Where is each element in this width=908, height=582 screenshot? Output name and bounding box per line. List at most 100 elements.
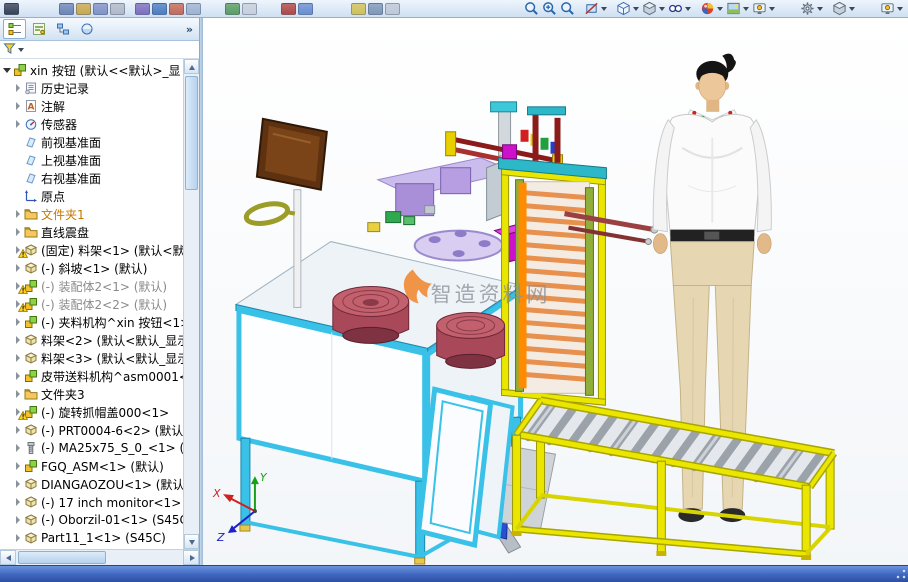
toolbar-icon-11[interactable]	[242, 3, 257, 15]
tree-vertical-scrollbar[interactable]	[183, 59, 199, 549]
tree-item[interactable]: 上视基准面	[0, 151, 183, 169]
edit-appearance-icon[interactable]	[700, 0, 723, 16]
toolbar-tools-icon[interactable]	[800, 0, 823, 16]
expand-arrow-icon[interactable]	[13, 205, 24, 223]
property-manager-tab[interactable]	[27, 19, 50, 39]
toolbar-icon-15[interactable]	[368, 3, 383, 15]
toolbar-display-icon[interactable]	[832, 0, 855, 16]
dropdown-caret-icon[interactable]	[633, 7, 639, 11]
tree-item[interactable]: (-) PRT0004-6<2> (默认	[0, 421, 183, 439]
zoom-to-fit-icon[interactable]	[524, 0, 539, 16]
toolbar-icon-14[interactable]	[351, 3, 366, 15]
expand-arrow-icon[interactable]	[13, 457, 24, 475]
tree-item[interactable]: 原点	[0, 187, 183, 205]
section-view-icon[interactable]	[584, 0, 607, 16]
toolbar-icon-8[interactable]	[169, 3, 184, 15]
toolbar-icon-2[interactable]	[59, 3, 74, 15]
expand-arrow-icon[interactable]	[13, 421, 24, 439]
panel-horizontal-scrollbar[interactable]	[0, 549, 199, 565]
expand-arrow-icon[interactable]	[2, 61, 13, 79]
dropdown-caret-icon[interactable]	[897, 7, 903, 11]
toolbar-icon-4[interactable]	[93, 3, 108, 15]
scroll-track[interactable]	[184, 74, 199, 534]
tree-item[interactable]: 料架<3> (默认<默认_显示	[0, 349, 183, 367]
expand-arrow-icon[interactable]	[13, 529, 24, 547]
tree-item[interactable]: (-) MA25x75_S_0_<1> (	[0, 439, 183, 457]
toolbar-icon-9[interactable]	[186, 3, 201, 15]
expand-arrow-icon[interactable]	[13, 367, 24, 385]
tree-item[interactable]: (-) 夹料机构^xin 按钮<1>	[0, 313, 183, 331]
expand-arrow-icon[interactable]	[13, 349, 24, 367]
toolbar-icon-6[interactable]	[135, 3, 150, 15]
graphics-area[interactable]: 智造资料网 X Y Z	[203, 18, 908, 565]
toolbar-screen-icon[interactable]	[880, 0, 903, 16]
dropdown-caret-icon[interactable]	[717, 7, 723, 11]
assembly-3d-view[interactable]: 智造资料网 X Y Z	[203, 18, 908, 565]
tree-item[interactable]: (固定) 料架<1> (默认<默	[0, 241, 183, 259]
tree-item[interactable]: 右视基准面	[0, 169, 183, 187]
tree-item[interactable]: (-) 斜坡<1> (默认)	[0, 259, 183, 277]
h-scroll-thumb[interactable]	[18, 551, 106, 564]
h-scroll-track[interactable]	[16, 550, 183, 565]
expand-arrow-icon[interactable]	[13, 475, 24, 493]
tree-item[interactable]: FGQ_ASM<1> (默认)	[0, 457, 183, 475]
tree-item[interactable]: 传感器	[0, 115, 183, 133]
tree-item[interactable]: 前视基准面	[0, 133, 183, 151]
apply-scene-icon[interactable]	[726, 0, 749, 16]
expand-arrow-icon[interactable]	[13, 511, 24, 529]
scroll-thumb[interactable]	[185, 76, 198, 190]
hide-show-items-icon[interactable]	[668, 0, 691, 16]
expand-arrow-icon[interactable]	[13, 313, 24, 331]
dropdown-caret-icon[interactable]	[849, 7, 855, 11]
tree-item[interactable]: 文件夹1	[0, 205, 183, 223]
filter-dropdown-icon[interactable]	[18, 48, 24, 52]
toolbar-icon-13[interactable]	[298, 3, 313, 15]
toolbar-icon-5[interactable]	[110, 3, 125, 15]
view-orientation-icon[interactable]	[616, 0, 639, 16]
dropdown-caret-icon[interactable]	[743, 7, 749, 11]
tree-item[interactable]: DIANGAOZOU<1> (默认)	[0, 475, 183, 493]
tree-item[interactable]: (-) 17 inch monitor<1> (默	[0, 493, 183, 511]
tree-item[interactable]: A注解	[0, 97, 183, 115]
tree-item[interactable]: 皮带送料机构^asm0001<	[0, 367, 183, 385]
scroll-right-button[interactable]	[183, 550, 199, 565]
tree-item[interactable]: Part11_1<1> (S45C)	[0, 529, 183, 547]
filter-funnel-icon[interactable]	[3, 42, 16, 58]
resize-grip[interactable]	[896, 569, 906, 579]
dropdown-caret-icon[interactable]	[685, 7, 691, 11]
expand-arrow-icon[interactable]	[13, 259, 24, 277]
display-style-icon[interactable]	[642, 0, 665, 16]
toolbar-icon-12[interactable]	[281, 3, 296, 15]
expand-arrow-icon[interactable]	[13, 223, 24, 241]
expand-arrow-icon[interactable]	[13, 331, 24, 349]
scroll-down-button[interactable]	[184, 534, 199, 549]
panel-expand-chevron[interactable]: »	[183, 23, 196, 36]
expand-arrow-icon[interactable]	[13, 493, 24, 511]
toolbar-icon-3[interactable]	[76, 3, 91, 15]
toolbar-icon-16[interactable]	[385, 3, 400, 15]
display-manager-tab[interactable]	[75, 19, 98, 39]
view-settings-icon[interactable]	[752, 0, 775, 16]
tree-item[interactable]: (-) Oborzil-01<1> (S45C	[0, 511, 183, 529]
feature-manager-tab[interactable]	[3, 19, 26, 39]
tree-item[interactable]: 文件夹3	[0, 385, 183, 403]
dropdown-caret-icon[interactable]	[659, 7, 665, 11]
tree-item[interactable]: 料架<2> (默认<默认_显示	[0, 331, 183, 349]
dropdown-caret-icon[interactable]	[817, 7, 823, 11]
scroll-up-button[interactable]	[184, 59, 199, 74]
tree-item[interactable]: (-) 装配体2<2> (默认)	[0, 295, 183, 313]
previous-view-icon[interactable]	[560, 0, 575, 16]
tree-item[interactable]: (-) 旋转抓帽盖000<1>	[0, 403, 183, 421]
tree-item[interactable]: 历史记录	[0, 79, 183, 97]
expand-arrow-icon[interactable]	[13, 385, 24, 403]
expand-arrow-icon[interactable]	[13, 439, 24, 457]
expand-arrow-icon[interactable]	[13, 79, 24, 97]
dropdown-caret-icon[interactable]	[769, 7, 775, 11]
expand-arrow-icon[interactable]	[13, 115, 24, 133]
scroll-left-button[interactable]	[0, 550, 16, 565]
configuration-manager-tab[interactable]	[51, 19, 74, 39]
tree-item[interactable]: 直线震盘	[0, 223, 183, 241]
tree-item[interactable]: xin 按钮 (默认<<默认>_显	[0, 61, 183, 79]
toolbar-icon-1[interactable]	[4, 3, 19, 15]
tree-item[interactable]: (-) 装配体2<1> (默认)	[0, 277, 183, 295]
